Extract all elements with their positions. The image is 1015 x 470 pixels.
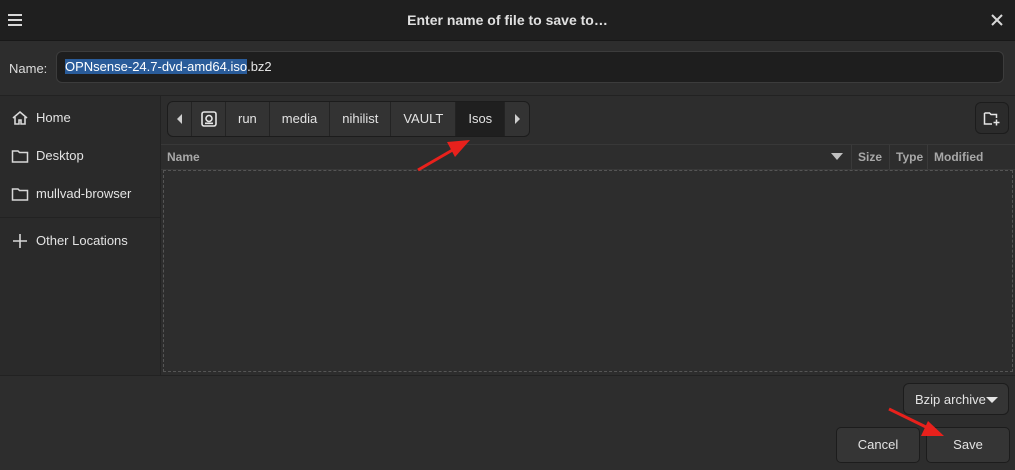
- cancel-button[interactable]: Cancel: [836, 427, 920, 463]
- name-label: Name:: [9, 61, 48, 76]
- new-folder-button[interactable]: [975, 102, 1009, 134]
- column-header-name[interactable]: Name: [161, 145, 851, 169]
- sidebar-item-mullvad-browser[interactable]: mullvad-browser: [0, 176, 160, 212]
- folder-icon: [11, 186, 29, 202]
- filename-selected-text: OPNsense-24.7-dvd-amd64.iso: [65, 59, 248, 74]
- path-bar: run media nihilist VAULT Isos: [167, 101, 531, 137]
- path-crumb-media[interactable]: media: [270, 102, 331, 136]
- sidebar-separator: [0, 217, 160, 218]
- path-back-button[interactable]: [168, 102, 192, 136]
- sort-descending-icon: [831, 153, 843, 160]
- name-bar: Name: OPNsense-24.7-dvd-amd64.iso.bz2: [0, 41, 1015, 95]
- column-header-label: Name: [167, 150, 200, 164]
- save-button[interactable]: Save: [926, 427, 1010, 463]
- filesystem-root-button[interactable]: [192, 102, 226, 136]
- path-crumb-nihilist[interactable]: nihilist: [330, 102, 392, 136]
- places-sidebar: Home Desktop mullvad-browser Other Locat…: [0, 95, 161, 376]
- path-crumb-isos[interactable]: Isos: [456, 102, 506, 136]
- path-crumb-vault[interactable]: VAULT: [391, 102, 457, 136]
- filename-extension-text: .bz2: [247, 59, 272, 74]
- new-folder-icon: [983, 112, 1000, 126]
- sidebar-item-label: Desktop: [36, 148, 84, 163]
- file-type-filter-dropdown[interactable]: Bzip archive: [903, 383, 1009, 415]
- sidebar-item-label: mullvad-browser: [36, 186, 132, 201]
- dialog-title: Enter name of file to save to…: [407, 12, 608, 28]
- column-header-label: Modified: [934, 150, 984, 164]
- column-header-label: Size: [858, 150, 883, 164]
- column-header-size[interactable]: Size: [851, 145, 889, 169]
- sidebar-item-home[interactable]: Home: [0, 100, 160, 136]
- column-header-label: Type: [896, 150, 924, 164]
- action-area: Bzip archive Cancel Save: [0, 375, 1015, 470]
- sidebar-item-label: Home: [36, 110, 71, 125]
- path-forward-button[interactable]: [505, 102, 529, 136]
- file-browser: run media nihilist VAULT Isos Name Size …: [161, 95, 1015, 376]
- column-header-type[interactable]: Type: [889, 145, 927, 169]
- close-icon[interactable]: [987, 10, 1007, 30]
- sidebar-item-label: Other Locations: [36, 233, 128, 248]
- plus-icon: [11, 233, 29, 249]
- filename-input[interactable]: OPNsense-24.7-dvd-amd64.iso.bz2: [56, 51, 1004, 83]
- column-header-modified[interactable]: Modified: [927, 145, 1015, 169]
- path-crumb-run[interactable]: run: [226, 102, 270, 136]
- column-header-row: Name Size Type Modified: [161, 144, 1015, 170]
- home-icon: [11, 110, 29, 126]
- file-list-area[interactable]: [163, 170, 1013, 372]
- drive-icon: [200, 111, 217, 127]
- title-bar: Enter name of file to save to…: [0, 0, 1015, 41]
- chevron-down-icon: [986, 397, 998, 403]
- sidebar-item-other-locations[interactable]: Other Locations: [0, 223, 160, 259]
- sidebar-item-desktop[interactable]: Desktop: [0, 138, 160, 174]
- folder-icon: [11, 148, 29, 164]
- file-type-filter-label: Bzip archive: [915, 392, 986, 407]
